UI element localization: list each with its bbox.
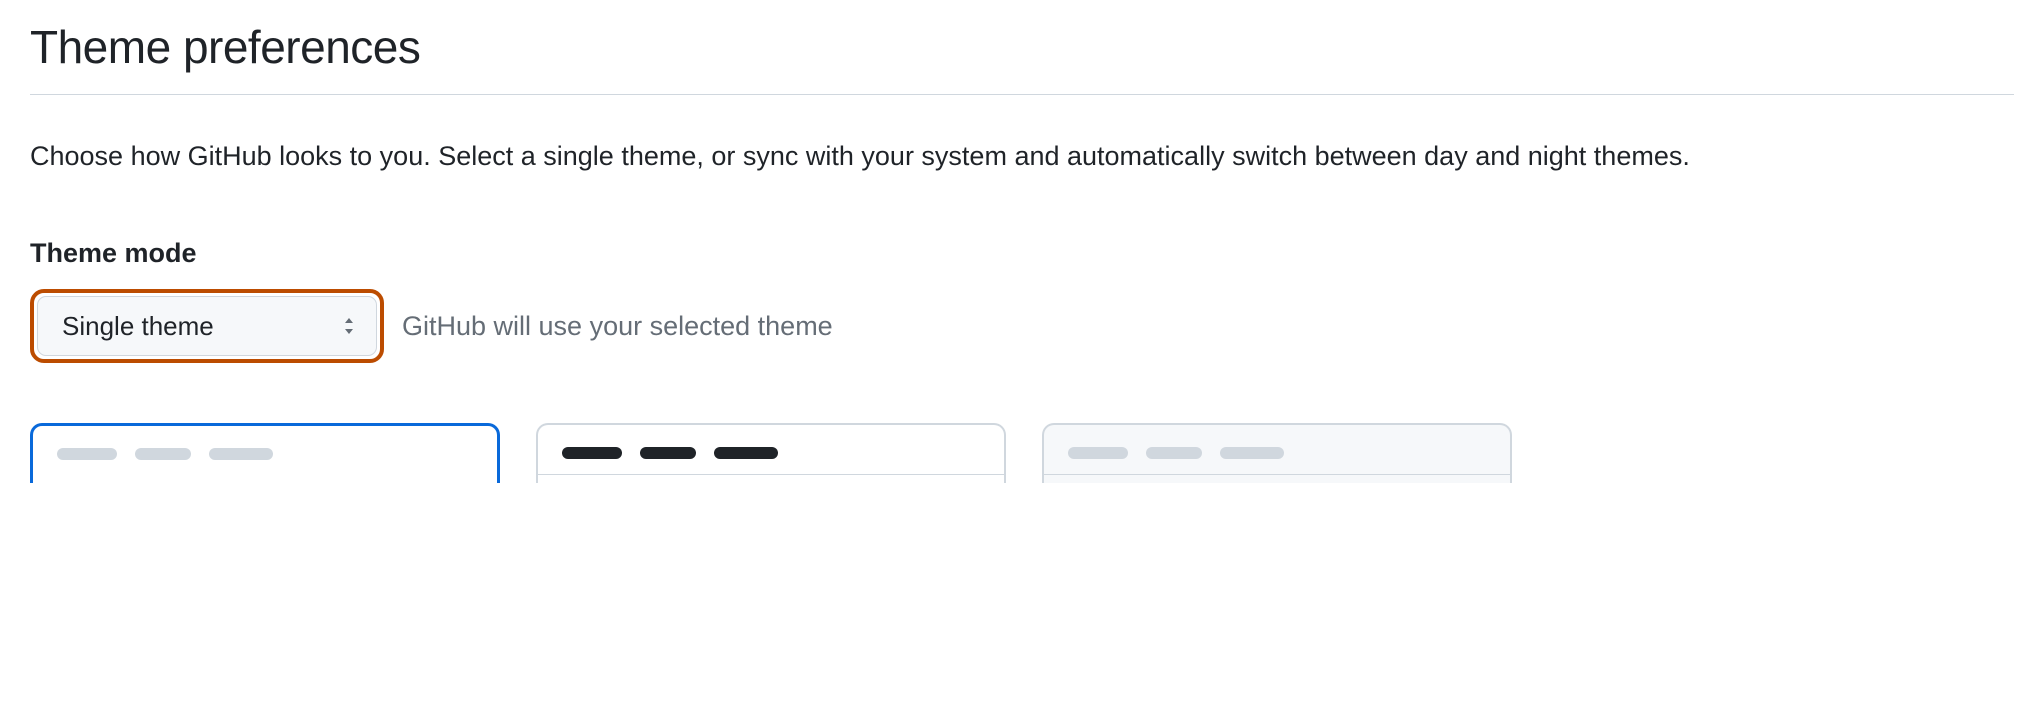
preview-pill <box>135 448 191 460</box>
theme-card-muted[interactable] <box>1042 423 1512 483</box>
theme-mode-label: Theme mode <box>30 238 2014 269</box>
theme-card-preview-header <box>33 426 497 476</box>
theme-card-light-selected[interactable] <box>30 423 500 483</box>
theme-card-preview-header <box>1044 425 1510 475</box>
preview-pill <box>1146 447 1202 459</box>
page-title: Theme preferences <box>30 20 2014 95</box>
theme-mode-select[interactable]: Single theme <box>37 296 377 356</box>
theme-mode-hint: GitHub will use your selected theme <box>402 311 833 342</box>
preview-pill <box>1220 447 1284 459</box>
preview-pill <box>714 447 778 459</box>
theme-card-dark[interactable] <box>536 423 1006 483</box>
preview-pill <box>209 448 273 460</box>
theme-card-preview-header <box>538 425 1004 475</box>
theme-mode-highlight: Single theme <box>30 289 384 363</box>
theme-cards <box>30 423 2014 483</box>
theme-mode-row: Single theme GitHub will use your select… <box>30 289 2014 363</box>
preview-pill <box>640 447 696 459</box>
theme-mode-select-wrap: Single theme <box>37 296 377 356</box>
preview-pill <box>1068 447 1128 459</box>
theme-description: Choose how GitHub looks to you. Select a… <box>30 135 1930 178</box>
preview-pill <box>562 447 622 459</box>
preview-pill <box>57 448 117 460</box>
